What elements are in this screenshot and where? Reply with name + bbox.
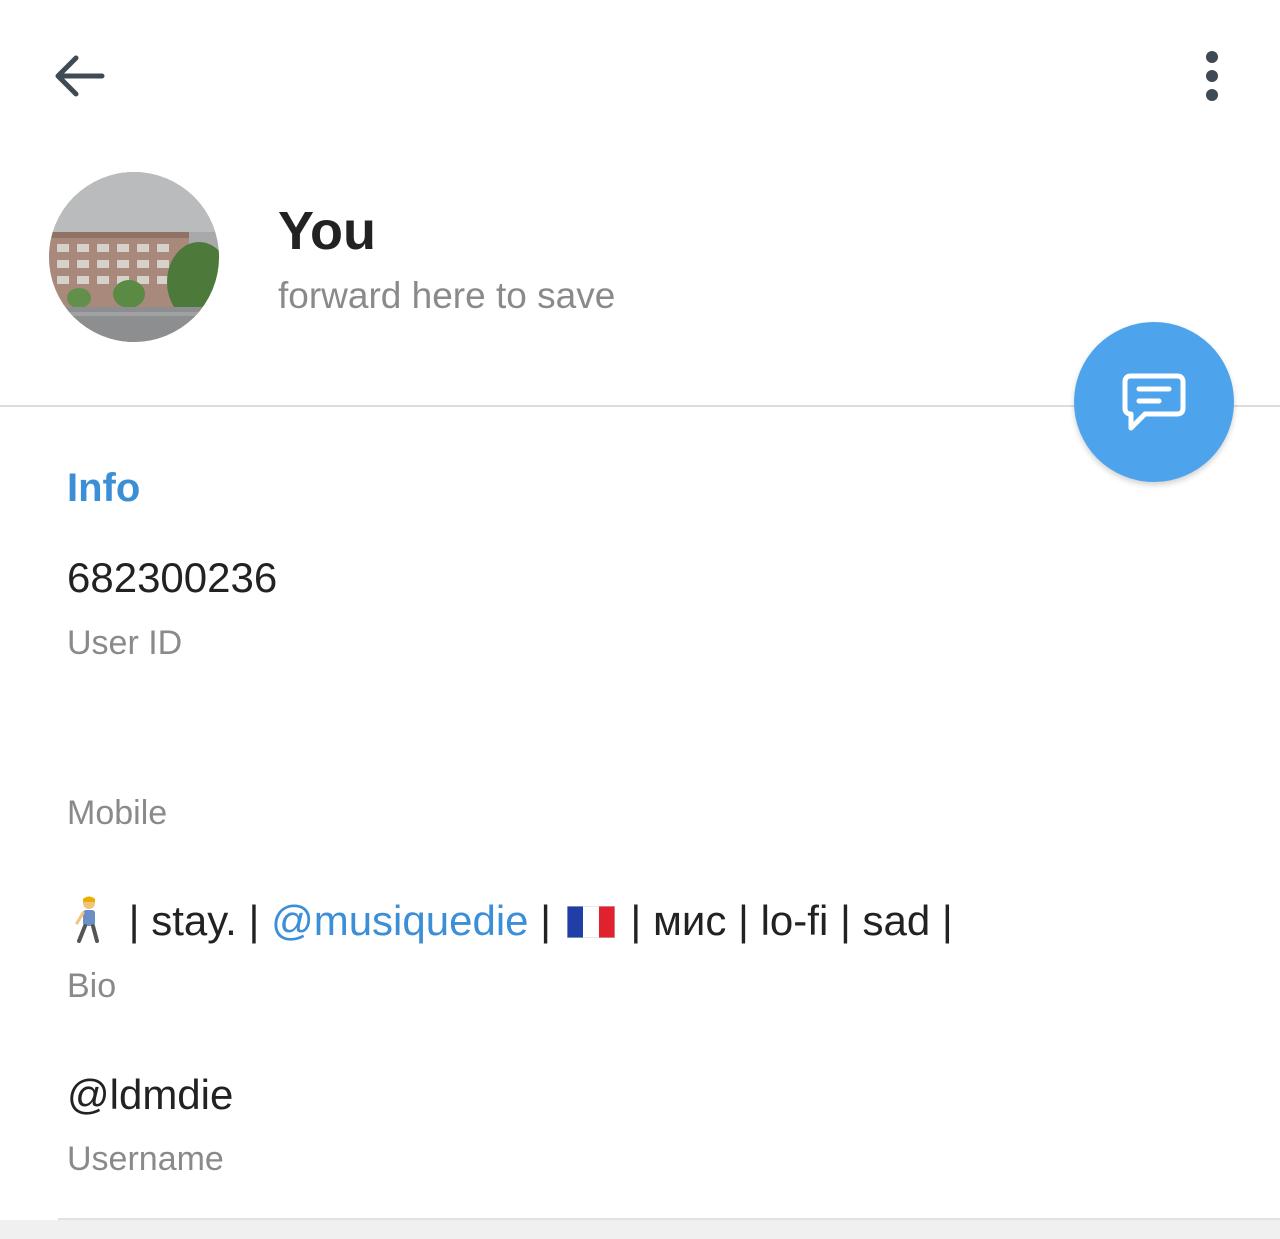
person-walking-icon [75, 896, 99, 943]
bottom-shadow-strip [0, 1220, 1280, 1239]
bio-text-part1: | stay. | [117, 897, 272, 944]
mobile-label: Mobile [67, 794, 168, 832]
username-value[interactable]: @ldmdie [67, 1070, 233, 1120]
france-flag-icon [566, 906, 615, 938]
top-app-bar [0, 0, 1280, 150]
profile-photo-building [49, 172, 219, 342]
bio-label: Bio [67, 967, 117, 1005]
user-id-label: User ID [67, 624, 183, 662]
send-message-button[interactable] [1074, 322, 1234, 482]
more-vertical-icon [1206, 51, 1218, 101]
user-id-value[interactable]: 682300236 [67, 553, 277, 603]
avatar[interactable] [49, 172, 219, 342]
arrow-left-icon [55, 55, 105, 97]
username-label: Username [67, 1140, 224, 1178]
message-icon [1122, 373, 1186, 431]
bio-value[interactable]: | stay. | @musiquedie | | мис | lo-fi | … [67, 895, 953, 946]
bio-mention-link[interactable]: @musiquedie [271, 897, 528, 944]
bio-text-part3: | мис | lo-fi | sad | [618, 897, 953, 944]
more-options-button[interactable] [1176, 40, 1248, 112]
info-section-title: Info [67, 466, 141, 510]
profile-name: You [278, 201, 376, 261]
bio-text-part2: | [528, 897, 563, 944]
back-button[interactable] [44, 40, 116, 112]
profile-status: forward here to save [278, 275, 616, 316]
